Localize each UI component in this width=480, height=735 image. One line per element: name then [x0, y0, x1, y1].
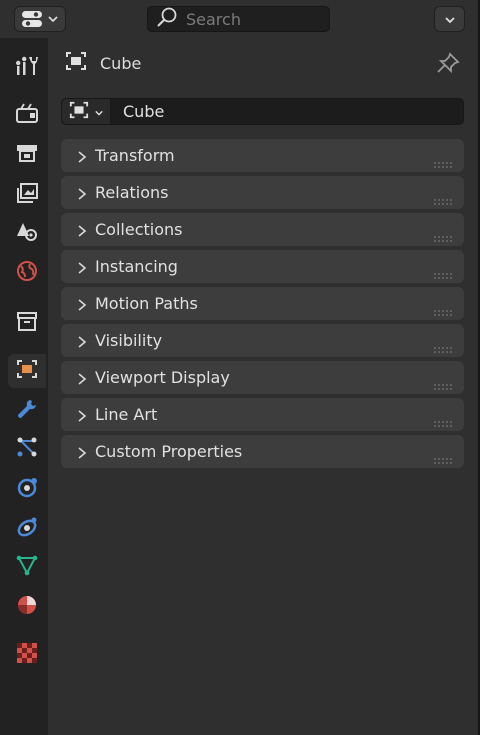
panel-label: Visibility	[95, 331, 163, 350]
drag-handle-icon[interactable]	[434, 338, 454, 353]
chevron-down-icon	[444, 10, 456, 29]
object-browse-dropdown[interactable]	[62, 99, 111, 124]
tab-collection[interactable]	[8, 306, 46, 340]
drag-handle-icon[interactable]	[434, 227, 454, 242]
tab-texture[interactable]	[8, 638, 46, 672]
constraints-icon	[15, 516, 39, 542]
world-icon	[15, 260, 39, 286]
chevron-right-icon	[75, 334, 89, 348]
editor-type-dropdown[interactable]	[14, 6, 66, 32]
panel-label: Motion Paths	[95, 294, 198, 313]
drag-handle-icon[interactable]	[434, 301, 454, 316]
panel-instancing[interactable]: Instancing	[61, 250, 464, 283]
tab-view-layer[interactable]	[8, 178, 46, 212]
properties-content: Cube Cube Transform Relations Collection…	[48, 38, 478, 735]
editor-header: Search	[0, 0, 478, 38]
tab-particles[interactable]	[8, 432, 46, 466]
object-name-value: Cube	[123, 102, 165, 121]
panel-label: Instancing	[95, 257, 178, 276]
chevron-right-icon	[75, 371, 89, 385]
chevron-right-icon	[75, 149, 89, 163]
search-input[interactable]: Search	[147, 6, 330, 32]
tab-data[interactable]	[8, 550, 46, 584]
panel-label: Viewport Display	[95, 368, 230, 387]
tab-material[interactable]	[8, 590, 46, 624]
panel-line-art[interactable]: Line Art	[61, 398, 464, 431]
panel-visibility[interactable]: Visibility	[61, 324, 464, 357]
object-icon	[15, 358, 39, 384]
tab-modifier[interactable]	[8, 394, 46, 428]
panel-relations[interactable]: Relations	[61, 176, 464, 209]
panel-motion-paths[interactable]: Motion Paths	[61, 287, 464, 320]
particles-icon	[15, 436, 39, 462]
output-icon	[15, 142, 39, 168]
panel-transform[interactable]: Transform	[61, 139, 464, 172]
panel-custom-properties[interactable]: Custom Properties	[61, 435, 464, 468]
context-path: Cube	[64, 50, 141, 76]
chevron-down-icon	[47, 14, 59, 24]
tab-world[interactable]	[8, 256, 46, 290]
drag-handle-icon[interactable]	[434, 412, 454, 427]
chevron-right-icon	[75, 445, 89, 459]
search-placeholder: Search	[186, 9, 241, 29]
panel-label: Transform	[95, 146, 175, 165]
object-icon	[68, 100, 90, 124]
tab-render[interactable]	[8, 98, 46, 132]
panel-viewport-display[interactable]: Viewport Display	[61, 361, 464, 394]
material-icon	[15, 594, 39, 620]
chevron-right-icon	[75, 408, 89, 422]
chevron-right-icon	[75, 260, 89, 274]
tab-constraints[interactable]	[8, 512, 46, 546]
pin-button[interactable]	[436, 52, 460, 78]
search-icon	[156, 7, 178, 31]
tab-scene[interactable]	[8, 216, 46, 250]
panel-label: Collections	[95, 220, 183, 239]
object-name-field[interactable]: Cube	[61, 98, 464, 125]
object-icon	[64, 50, 88, 76]
physics-icon	[15, 476, 39, 502]
scene-icon	[15, 220, 39, 246]
properties-editor-icon	[21, 10, 43, 28]
context-object-name: Cube	[100, 53, 142, 73]
tab-tool[interactable]	[8, 50, 46, 84]
tab-physics[interactable]	[8, 472, 46, 506]
view-layer-icon	[15, 182, 39, 208]
drag-handle-icon[interactable]	[434, 375, 454, 390]
chevron-right-icon	[75, 297, 89, 311]
drag-handle-icon[interactable]	[434, 190, 454, 205]
chevron-right-icon	[75, 186, 89, 200]
drag-handle-icon[interactable]	[434, 449, 454, 464]
data-icon	[15, 554, 39, 580]
chevron-down-icon	[94, 102, 104, 121]
pin-icon	[436, 52, 460, 78]
panel-label: Line Art	[95, 405, 158, 424]
render-icon	[15, 102, 39, 128]
modifier-icon	[15, 398, 39, 424]
drag-handle-icon[interactable]	[434, 264, 454, 279]
properties-editor: Search Cube Cube Transform Relations Col…	[0, 0, 480, 735]
properties-tabs	[0, 38, 48, 735]
collection-icon	[15, 310, 39, 336]
tab-output[interactable]	[8, 138, 46, 172]
options-dropdown-button[interactable]	[434, 6, 465, 32]
panel-collections[interactable]: Collections	[61, 213, 464, 246]
drag-handle-icon[interactable]	[434, 153, 454, 168]
tab-object[interactable]	[8, 354, 46, 388]
panel-label: Relations	[95, 183, 169, 202]
texture-icon	[15, 642, 39, 668]
chevron-right-icon	[75, 223, 89, 237]
tool-icon	[15, 54, 39, 80]
panel-label: Custom Properties	[95, 442, 243, 461]
